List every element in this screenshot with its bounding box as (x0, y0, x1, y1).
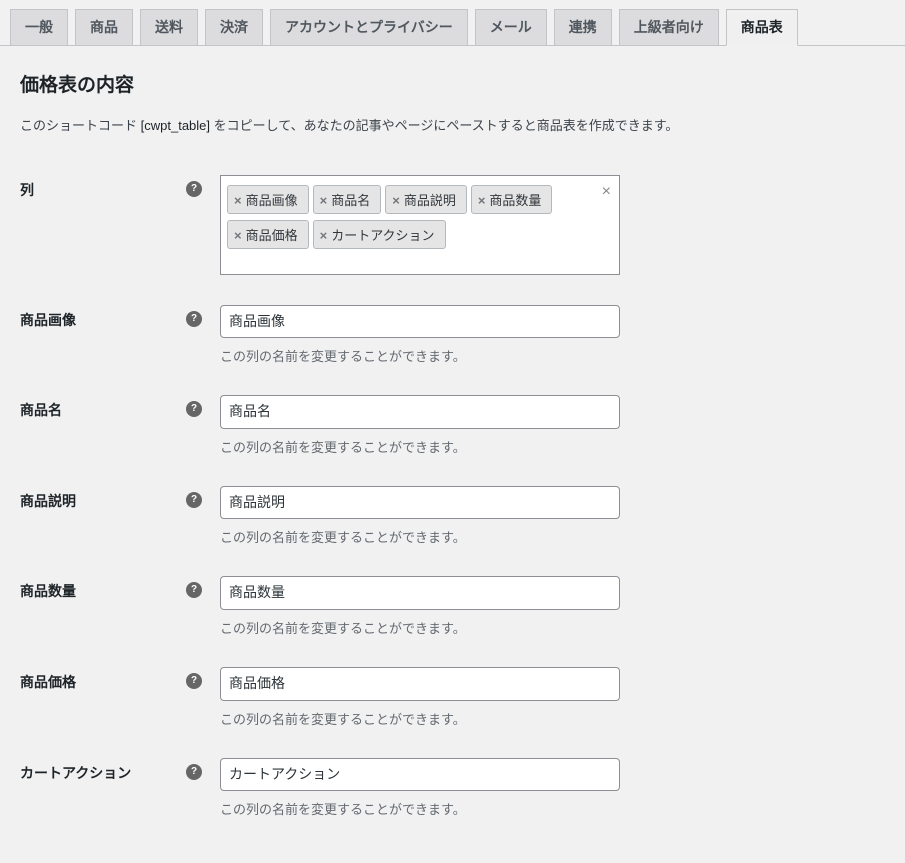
section-description: このショートコード [cwpt_table] をコピーして、あなたの記事やページ… (20, 115, 885, 134)
tag-label: 商品名 (331, 193, 370, 208)
tag-label: 商品価格 (246, 228, 298, 243)
help-icon[interactable]: ? (186, 582, 202, 598)
clear-all-icon[interactable]: × (602, 184, 611, 200)
field-input[interactable] (220, 486, 620, 520)
tag-remove-icon[interactable]: × (320, 193, 328, 208)
help-icon[interactable]: ? (186, 401, 202, 417)
column-tag[interactable]: × 商品説明 (385, 185, 467, 214)
tab-2[interactable]: 送料 (140, 9, 198, 45)
field-input[interactable] (220, 576, 620, 610)
tab-6[interactable]: 連携 (554, 9, 612, 45)
field-description: この列の名前を変更することができます。 (220, 346, 875, 365)
field-input[interactable] (220, 758, 620, 792)
tab-0[interactable]: 一般 (10, 9, 68, 45)
field-label: 商品数量? (20, 561, 220, 652)
field-description: この列の名前を変更することができます。 (220, 527, 875, 546)
tab-8[interactable]: 商品表 (726, 9, 798, 46)
field-label: カートアクション? (20, 743, 220, 834)
section-title: 価格表の内容 (20, 70, 885, 97)
help-icon[interactable]: ? (186, 673, 202, 689)
field-description: この列の名前を変更することができます。 (220, 709, 875, 728)
columns-label: 列 ? (20, 160, 220, 290)
field-input[interactable] (220, 395, 620, 429)
field-label: 商品画像? (20, 290, 220, 381)
column-tag[interactable]: ×商品数量 (471, 185, 553, 214)
tag-remove-icon[interactable]: × (320, 228, 328, 243)
columns-tagbox[interactable]: × ×商品画像×商品名×商品説明×商品数量×商品価格×カートアクション (220, 175, 620, 275)
tag-remove-icon[interactable]: × (392, 193, 400, 208)
column-tag[interactable]: ×商品名 (313, 185, 382, 214)
field-label: 商品名? (20, 380, 220, 471)
column-tag[interactable]: × 商品価格 (227, 220, 309, 249)
tab-5[interactable]: メール (475, 9, 547, 45)
help-icon[interactable]: ? (186, 492, 202, 508)
tag-label: 商品数量 (489, 193, 541, 208)
settings-tabs: 一般商品送料決済アカウントとプライバシーメール連携上級者向け商品表 (0, 0, 905, 46)
tag-label: 商品説明 (404, 193, 456, 208)
field-label: 商品説明? (20, 471, 220, 562)
shortcode-text: [cwpt_table] (141, 118, 214, 133)
tag-label: カートアクション (331, 228, 434, 243)
tab-4[interactable]: アカウントとプライバシー (270, 9, 468, 45)
field-description: この列の名前を変更することができます。 (220, 618, 875, 637)
field-label: 商品価格? (20, 652, 220, 743)
column-tag[interactable]: × 商品画像 (227, 185, 309, 214)
help-icon[interactable]: ? (186, 181, 202, 197)
field-input[interactable] (220, 667, 620, 701)
field-input[interactable] (220, 305, 620, 339)
tab-7[interactable]: 上級者向け (619, 9, 719, 45)
tag-remove-icon[interactable]: × (234, 228, 242, 243)
help-icon[interactable]: ? (186, 764, 202, 780)
tag-label: 商品画像 (246, 193, 298, 208)
field-description: この列の名前を変更することができます。 (220, 437, 875, 456)
tab-3[interactable]: 決済 (205, 9, 263, 45)
tag-remove-icon[interactable]: × (234, 193, 242, 208)
tab-1[interactable]: 商品 (75, 9, 133, 45)
help-icon[interactable]: ? (186, 311, 202, 327)
column-tag[interactable]: ×カートアクション (313, 220, 446, 249)
tag-remove-icon[interactable]: × (478, 193, 486, 208)
field-description: この列の名前を変更することができます。 (220, 799, 875, 818)
